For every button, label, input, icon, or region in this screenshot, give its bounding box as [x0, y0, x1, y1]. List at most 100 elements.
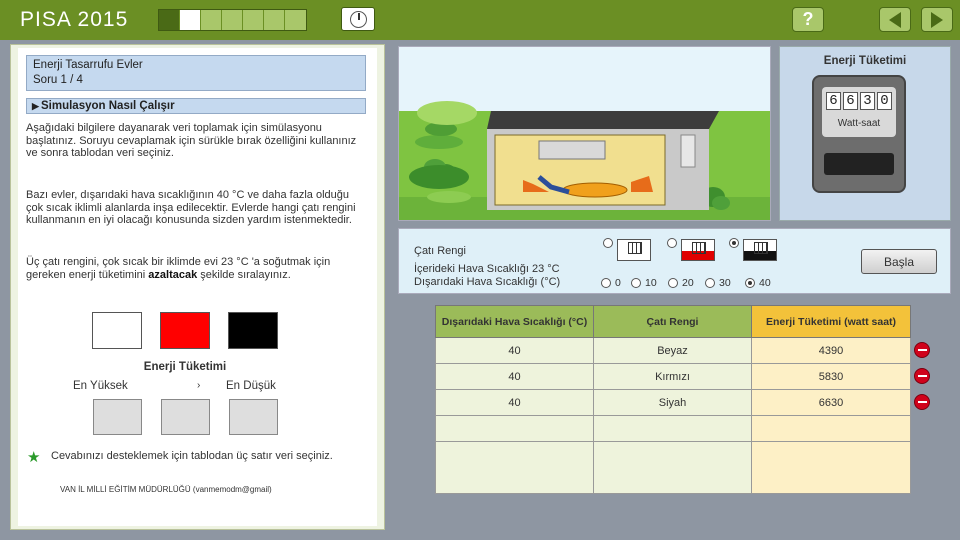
- back-arrow-icon: [889, 11, 901, 28]
- star-icon: ★: [27, 449, 41, 466]
- cell-outside-temp: 40: [435, 337, 594, 364]
- roof-radio-white[interactable]: [603, 238, 613, 248]
- help-button[interactable]: ?: [792, 7, 824, 32]
- progress-segment: [243, 10, 264, 30]
- table-row-empty[interactable]: [435, 415, 911, 442]
- table-row-empty[interactable]: [435, 441, 911, 494]
- progress-segment: [159, 10, 180, 30]
- support-instruction: Cevabınızı desteklemek için tablodan üç …: [51, 450, 333, 462]
- back-button[interactable]: [879, 7, 911, 32]
- timer-icon: [341, 7, 375, 31]
- table-header-row: Dışarıdaki Hava Sıcaklığı (°C) Çatı Reng…: [435, 305, 911, 338]
- col-header-outside-temp: Dışarıdaki Hava Sıcaklığı (°C): [435, 305, 594, 338]
- progress-segment: [285, 10, 306, 30]
- roof-red-icon[interactable]: [681, 239, 715, 261]
- howto-label: Simulasyon Nasıl Çalışır: [41, 100, 175, 112]
- cell-empty: [435, 441, 594, 494]
- temp-radio-30[interactable]: [705, 278, 715, 288]
- results-table: Dışarıdaki Hava Sıcaklığı (°C) Çatı Reng…: [435, 305, 911, 494]
- table-row[interactable]: 40 Kırmızı 5830: [435, 363, 911, 390]
- unit-title: Enerji Tasarrufu Evler: [33, 59, 143, 71]
- temp-option-30: 30: [719, 277, 731, 289]
- cell-roof-color: Siyah: [593, 389, 752, 416]
- table-row[interactable]: 40 Siyah 6630: [435, 389, 911, 416]
- delete-row-icon[interactable]: [914, 342, 930, 358]
- progress-segment: [222, 10, 243, 30]
- cell-energy: 6630: [751, 389, 911, 416]
- roof-radio-black[interactable]: [729, 238, 739, 248]
- ranking-heading: Enerji Tüketimi: [143, 361, 227, 373]
- cell-empty: [435, 415, 594, 442]
- col-header-roof-color: Çatı Rengi: [593, 305, 752, 338]
- cell-roof-color: Kırmızı: [593, 363, 752, 390]
- unit-header: Enerji Tasarrufu Evler Soru 1 / 4: [26, 55, 366, 91]
- delete-row-icon[interactable]: [914, 394, 930, 410]
- swatch-red[interactable]: [160, 312, 210, 349]
- meter-icon: 6 6 3 0 Watt-saat: [812, 75, 906, 193]
- start-button[interactable]: Başla: [861, 249, 937, 274]
- footer-credit: VAN İL MİLLİ EĞİTİM MÜDÜRLÜĞÜ (vanmemodm…: [60, 485, 272, 494]
- roof-radio-red[interactable]: [667, 238, 677, 248]
- cell-energy: 5830: [751, 363, 911, 390]
- roof-white-icon[interactable]: [617, 239, 651, 261]
- caret-right-icon: ▶: [32, 101, 39, 111]
- help-icon: ?: [802, 9, 814, 29]
- drop-target-1[interactable]: [93, 399, 142, 435]
- meter-digit: 6: [843, 92, 858, 110]
- cell-outside-temp: 40: [435, 389, 594, 416]
- cell-outside-temp: 40: [435, 363, 594, 390]
- progress-bar: [158, 9, 307, 31]
- progress-segment: [264, 10, 285, 30]
- label-highest: En Yüksek: [73, 380, 128, 392]
- cell-empty: [593, 415, 752, 442]
- temp-option-10: 10: [645, 277, 657, 289]
- next-arrow-icon: [931, 11, 943, 28]
- table-row[interactable]: 40 Beyaz 4390: [435, 337, 911, 364]
- meter-digit: 6: [826, 92, 841, 110]
- meter-face: 6 6 3 0 Watt-saat: [822, 87, 896, 137]
- energy-meter-panel: Enerji Tüketimi 6 6 3 0 Watt-saat: [779, 46, 951, 221]
- temp-radio-20[interactable]: [668, 278, 678, 288]
- meter-readout: 6 6 3 0: [826, 92, 892, 110]
- progress-segment: [180, 10, 201, 30]
- task-text: Üç çatı rengini, çok sıcak bir iklimde e…: [26, 256, 331, 281]
- col-header-energy: Enerji Tüketimi (watt saat): [751, 305, 911, 338]
- context-text: Bazı evler, dışarıdaki hava sıcaklığının…: [26, 189, 356, 226]
- app-title: PISA 2015: [20, 8, 129, 31]
- temp-option-20: 20: [682, 277, 694, 289]
- meter-unit: Watt-saat: [837, 118, 881, 129]
- label-lowest: En Düşük: [226, 380, 276, 392]
- house-icon: [487, 111, 719, 210]
- swatch-black[interactable]: [228, 312, 278, 349]
- roof-black-icon[interactable]: [743, 239, 777, 261]
- inside-temp-label: İçerideki Hava Sıcaklığı 23 °C: [414, 263, 560, 275]
- swatch-white[interactable]: [92, 312, 142, 349]
- task-keyword: azaltacak: [148, 268, 198, 281]
- temp-radio-10[interactable]: [631, 278, 641, 288]
- drop-target-3[interactable]: [229, 399, 278, 435]
- howto-expander[interactable]: ▶ Simulasyon Nasıl Çalışır: [26, 98, 366, 114]
- temp-radio-40[interactable]: [745, 278, 755, 288]
- cell-energy: 4390: [751, 337, 911, 364]
- temp-radio-0[interactable]: [601, 278, 611, 288]
- house-scene: [398, 46, 771, 221]
- next-button[interactable]: [921, 7, 953, 32]
- meter-window: [824, 153, 894, 175]
- ranking-arrow: ›: [197, 380, 201, 391]
- temp-option-40: 40: [759, 277, 771, 289]
- cell-empty: [751, 441, 911, 494]
- delete-row-icon[interactable]: [914, 368, 930, 384]
- intro-text: Aşağıdaki bilgilere dayanarak veri topla…: [26, 122, 357, 159]
- simulation-controls: Çatı Rengi İçerideki Hava Sıcaklığı 23 °…: [398, 228, 951, 294]
- item-number: Soru 1 / 4: [33, 74, 83, 86]
- meter-title: Enerji Tüketimi: [823, 55, 907, 67]
- outside-temp-label: Dışarıdaki Hava Sıcaklığı (°C): [414, 276, 561, 288]
- cell-empty: [751, 415, 911, 442]
- meter-digit: 3: [860, 92, 875, 110]
- meter-digit: 0: [877, 92, 892, 110]
- drop-target-2[interactable]: [161, 399, 210, 435]
- temp-option-0: 0: [615, 277, 621, 289]
- cell-empty: [593, 441, 752, 494]
- roof-color-label: Çatı Rengi: [414, 245, 466, 257]
- cell-roof-color: Beyaz: [593, 337, 752, 364]
